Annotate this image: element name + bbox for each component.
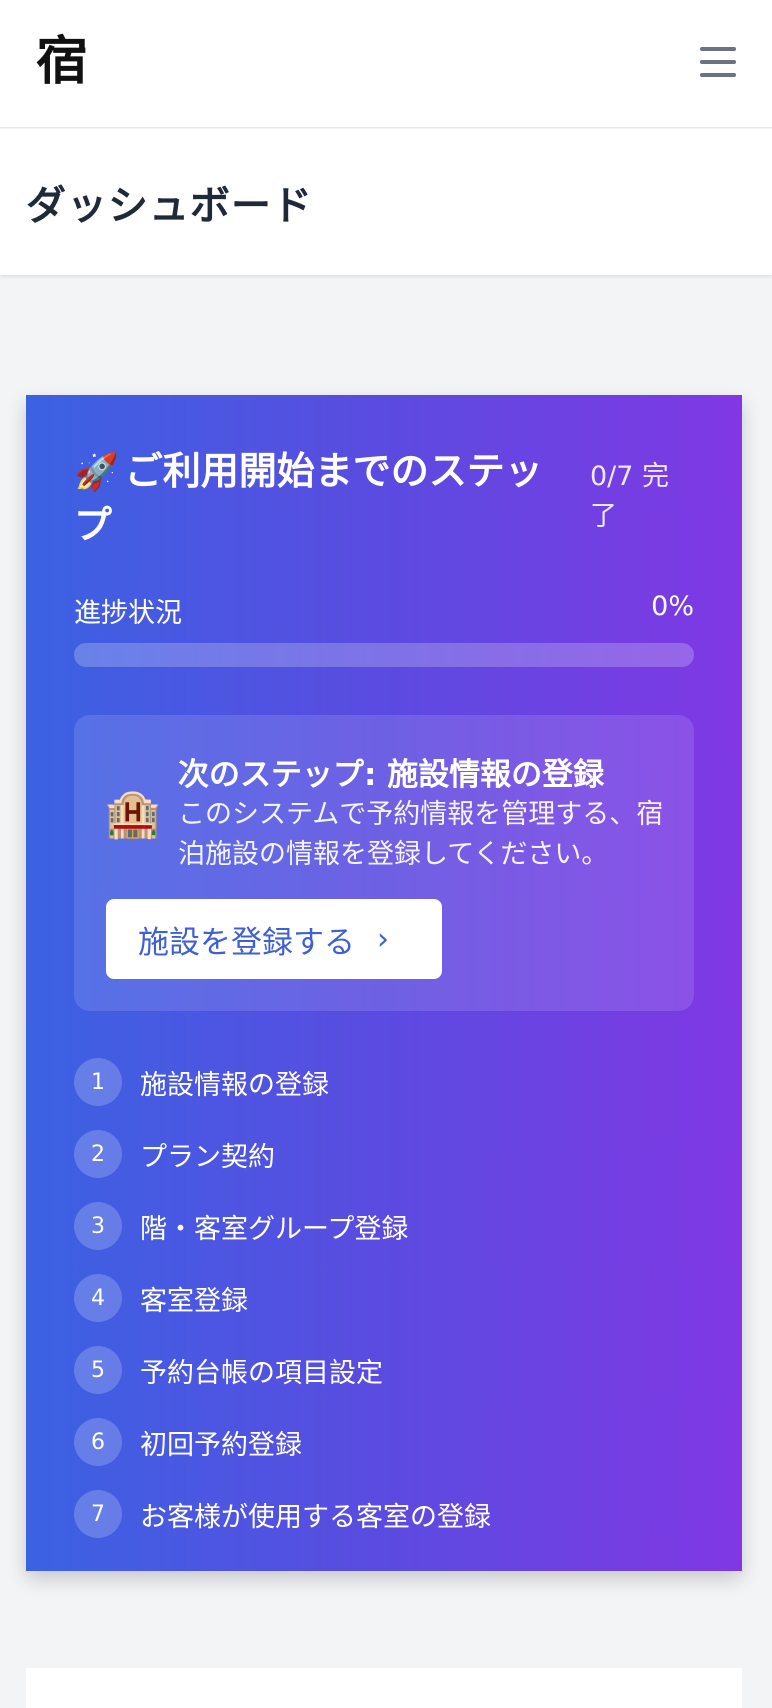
- step-number-badge: 5: [74, 1346, 122, 1394]
- step-label: 客室登録: [140, 1285, 248, 1317]
- step-item[interactable]: 7 お客様が使用する客室の登録: [74, 1489, 694, 1539]
- top-navigation-bar: 宿: [0, 0, 772, 128]
- onboarding-card-header: 🚀 ご利用開始までのステップ 0/7 完了: [74, 445, 694, 547]
- chevron-right-icon: ›: [377, 921, 389, 957]
- step-item[interactable]: 2 プラン契約: [74, 1129, 694, 1179]
- step-number-badge: 4: [74, 1274, 122, 1322]
- next-section-card: [26, 1668, 742, 1708]
- progress-bar: [74, 643, 694, 667]
- step-item[interactable]: 1 施設情報の登録: [74, 1057, 694, 1107]
- next-step-panel: 🏨 次のステップ: 施設情報の登録 このシステムで予約情報を管理する、宿泊施設の…: [74, 715, 694, 1011]
- onboarding-title: 🚀 ご利用開始までのステップ: [74, 445, 574, 551]
- step-label: 予約台帳の項目設定: [140, 1357, 383, 1389]
- step-item[interactable]: 6 初回予約登録: [74, 1417, 694, 1467]
- step-number-badge: 3: [74, 1202, 122, 1250]
- register-facility-button[interactable]: 施設を登録する ›: [106, 899, 442, 979]
- completion-count: 0/7 完了: [590, 461, 670, 532]
- hamburger-menu-button[interactable]: [698, 44, 738, 80]
- app-logo[interactable]: 宿: [34, 34, 90, 90]
- step-label: 初回予約登録: [140, 1429, 302, 1461]
- step-label: 施設情報の登録: [140, 1069, 329, 1101]
- next-step-title: 次のステップ: 施設情報の登録: [178, 757, 605, 793]
- hamburger-menu-icon-line: [700, 60, 736, 64]
- step-number-badge: 7: [74, 1490, 122, 1538]
- onboarding-title-text: ご利用開始までのステップ: [74, 449, 543, 547]
- progress-percent: 0%: [651, 591, 694, 622]
- step-number-badge: 2: [74, 1130, 122, 1178]
- hotel-icon: 🏨: [104, 786, 162, 840]
- onboarding-card: 🚀 ご利用開始までのステップ 0/7 完了 進捗状況 0% 🏨 次のステップ: 施…: [26, 395, 742, 1571]
- step-item[interactable]: 4 客室登録: [74, 1273, 694, 1323]
- step-label: お客様が使用する客室の登録: [140, 1501, 491, 1533]
- step-number-badge: 1: [74, 1058, 122, 1106]
- logo-text: 宿: [35, 32, 88, 92]
- page-title: ダッシュボード: [26, 183, 313, 229]
- register-facility-button-label: 施設を登録する: [138, 924, 355, 961]
- step-label: 階・客室グループ登録: [140, 1213, 409, 1245]
- hamburger-menu-icon-line: [700, 47, 736, 51]
- progress-label: 進捗状況: [74, 598, 182, 629]
- next-step-description: このシステムで予約情報を管理する、宿泊施設の情報を登録してください。: [178, 799, 664, 870]
- step-number-badge: 6: [74, 1418, 122, 1466]
- step-item[interactable]: 3 階・客室グループ登録: [74, 1201, 694, 1251]
- step-label: プラン契約: [140, 1141, 275, 1173]
- step-item[interactable]: 5 予約台帳の項目設定: [74, 1345, 694, 1395]
- rocket-icon: 🚀: [74, 452, 119, 493]
- page-header: ダッシュボード: [0, 129, 772, 275]
- hamburger-menu-icon-line: [700, 73, 736, 77]
